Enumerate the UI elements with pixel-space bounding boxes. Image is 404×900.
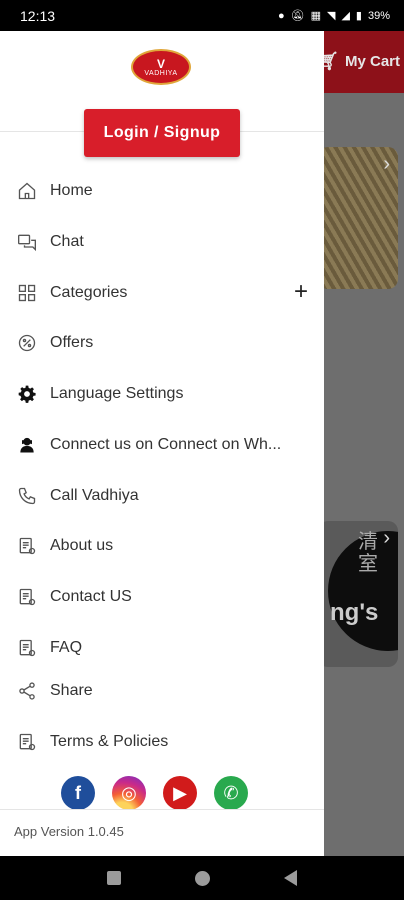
home-button[interactable] (195, 870, 210, 886)
cart-label: My Cart (344, 53, 400, 70)
battery-percent: 39% (367, 9, 390, 22)
phone-icon (16, 485, 38, 507)
percent-icon (16, 332, 38, 354)
menu-item-about-us[interactable]: About us (0, 524, 324, 568)
social-links: f ◎ ▶ ✆ (61, 776, 248, 810)
navigation-drawer: V VADHIYA Login / Signup Home Chat Categ… (0, 31, 324, 856)
app-version: App Version 1.0.45 (14, 824, 124, 839)
menu-label-home: Home (50, 182, 93, 199)
facebook-icon[interactable]: f (61, 776, 95, 810)
menu-item-terms-policies[interactable]: Terms & Policies (0, 720, 324, 764)
menu-label-share: Share (50, 682, 93, 699)
youtube-icon[interactable]: ▶ (163, 776, 197, 810)
menu-item-contact-us[interactable]: Contact US (0, 575, 324, 619)
login-signup-button[interactable]: Login / Signup (84, 109, 240, 157)
status-bar: 12:13 ● 🔕︎ ▦ ◥ ◢ ▮ 39% (0, 0, 404, 31)
battery-icon: ▮ (355, 10, 362, 22)
menu-label-about-us: About us (50, 537, 114, 554)
instagram-icon[interactable]: ◎ (112, 776, 146, 810)
share-icon (16, 680, 38, 702)
menu-label-contact-us: Contact US (50, 588, 132, 605)
whatsapp-icon[interactable]: ✆ (214, 776, 248, 810)
wifi-icon: ◥ (326, 10, 336, 22)
back-button[interactable] (284, 870, 297, 886)
menu-label-faq: FAQ (50, 639, 83, 656)
menu-label-categories: Categories (50, 284, 128, 301)
brand-text: ng's (330, 599, 379, 626)
menu-item-home[interactable]: Home (0, 169, 324, 213)
vadhiya-logo: V VADHIYA (131, 49, 191, 85)
menu-label-chat: Chat (50, 233, 84, 250)
status-time: 12:13 (20, 7, 56, 24)
expand-plus-icon[interactable]: + (294, 280, 308, 304)
product-card-fries[interactable] (318, 147, 398, 289)
signal-icon: ◢ (341, 10, 350, 22)
mute-icon: 🔕︎ (290, 10, 305, 22)
grid-icon (16, 282, 38, 304)
menu-item-call-vadhiya[interactable]: Call Vadhiya (0, 474, 324, 518)
menu-item-chat[interactable]: Chat (0, 220, 324, 264)
dot-icon: ● (277, 9, 285, 22)
recents-button[interactable] (107, 871, 121, 885)
menu-label-language-settings: Language Settings (50, 385, 184, 402)
menu-item-categories[interactable]: Categories + (0, 271, 324, 315)
system-nav-bar (0, 856, 404, 900)
document-icon (16, 586, 38, 608)
chat-icon (16, 231, 38, 253)
menu-label-connect-whatsapp: Connect us on Connect on Wh... (50, 436, 282, 453)
cart-button[interactable]: 🛒︎ My Cart (316, 51, 400, 72)
menu-item-faq[interactable]: FAQ (0, 626, 324, 670)
menu-label-offers: Offers (50, 334, 94, 351)
menu-item-language-settings[interactable]: Language Settings (0, 372, 324, 416)
menu-item-offers[interactable]: Offers (0, 321, 324, 365)
logo-letter: V (156, 56, 165, 71)
document-icon (16, 535, 38, 557)
document-icon (16, 637, 38, 659)
gear-icon (16, 383, 38, 405)
hd-icon: ▦ (310, 10, 321, 22)
version-divider (0, 809, 324, 810)
agent-icon (16, 434, 38, 456)
menu-item-connect-whatsapp[interactable]: Connect us on Connect on Wh... (0, 423, 324, 467)
status-icons: ● 🔕︎ ▦ ◥ ◢ ▮ 39% (277, 9, 390, 23)
menu-label-terms-policies: Terms & Policies (50, 733, 169, 750)
screen: 12:13 ● 🔕︎ ▦ ◥ ◢ ▮ 39% 🛒︎ My Cart 清 室 ng… (0, 0, 404, 900)
menu-label-call-vadhiya: Call Vadhiya (50, 487, 139, 504)
logo-text: VADHIYA (144, 69, 178, 77)
menu-item-share[interactable]: Share (0, 669, 324, 713)
home-icon (16, 180, 38, 202)
product-card-brand[interactable]: 清 室 ng's (318, 521, 398, 667)
brand-cjk-text: 清 室 (358, 531, 378, 575)
document-icon (16, 731, 38, 753)
